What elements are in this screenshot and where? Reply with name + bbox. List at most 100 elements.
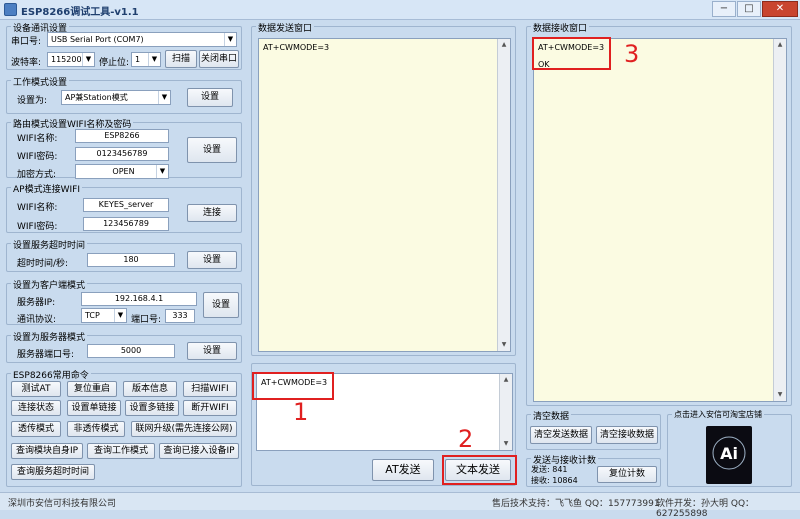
chevron-down-icon: ▼ bbox=[156, 165, 168, 178]
cmd-multi-link-button[interactable]: 设置多链接 bbox=[125, 400, 179, 416]
scroll-up-icon[interactable]: ▲ bbox=[498, 39, 510, 51]
cmd-non-passthrough-button[interactable]: 非透传模式 bbox=[67, 421, 125, 437]
scroll-down-icon[interactable]: ▼ bbox=[774, 389, 786, 401]
baud-select[interactable]: 115200 ▼ bbox=[47, 52, 95, 67]
wifi-password-input[interactable]: 0123456789 bbox=[75, 147, 169, 161]
protocol-label: 通讯协议: bbox=[17, 315, 57, 325]
timeout-input[interactable]: 180 bbox=[87, 253, 175, 267]
ap-mode-group: AP模式连接WIFI WIFI名称: KEYES_server WIFI密码: … bbox=[6, 182, 242, 233]
cmd-query-timeout-button[interactable]: 查询服务超时时间 bbox=[11, 464, 95, 480]
work-mode-value: AP兼Station模式 bbox=[65, 93, 128, 102]
stop-select[interactable]: 1 ▼ bbox=[131, 52, 161, 67]
cmd-online-upgrade-button[interactable]: 联网升级(需先连接公网) bbox=[131, 421, 237, 437]
status-developer: 软件开发：孙大明 QQ：627255898 bbox=[656, 499, 755, 519]
group-title: 数据发送窗口 bbox=[256, 21, 315, 34]
group-title: 点击进入安信可淘宝店铺 bbox=[672, 409, 764, 420]
port-value: USB Serial Port (COM7) bbox=[51, 35, 144, 44]
scrollbar[interactable]: ▲ ▼ bbox=[773, 39, 786, 401]
shop-group: 点击进入安信可淘宝店铺 Ai bbox=[667, 409, 792, 487]
highlight-box-text-send bbox=[442, 455, 517, 485]
server-mode-group: 设置为服务器模式 服务器端口号: 5000 设置 bbox=[6, 330, 242, 363]
annotation-number-2: 2 bbox=[458, 425, 474, 453]
work-mode-label: 设置为: bbox=[17, 96, 48, 106]
client-mode-group: 设置为客户端模式 服务器IP: 192.168.4.1 通讯协议: TCP ▼ 端… bbox=[6, 278, 242, 325]
highlight-box-receive bbox=[532, 37, 611, 70]
chevron-down-icon: ▼ bbox=[114, 309, 126, 322]
server-ip-input[interactable]: 192.168.4.1 bbox=[81, 292, 197, 306]
at-send-button[interactable]: AT发送 bbox=[372, 459, 434, 481]
baud-label: 波特率: bbox=[11, 58, 42, 68]
window-title: ESP8266调试工具-v1.1 bbox=[21, 7, 139, 18]
close-port-button[interactable]: 关闭串口 bbox=[199, 50, 239, 68]
group-title: 设置为服务器模式 bbox=[11, 330, 88, 343]
send-textarea[interactable]: AT+CWMODE=3 ▲ ▼ bbox=[258, 38, 511, 352]
cmd-passthrough-button[interactable]: 透传模式 bbox=[11, 421, 61, 437]
server-set-button[interactable]: 设置 bbox=[187, 342, 237, 360]
scroll-up-icon[interactable]: ▲ bbox=[774, 39, 786, 51]
cmd-version-button[interactable]: 版本信息 bbox=[123, 381, 177, 397]
router-set-button[interactable]: 设置 bbox=[187, 137, 237, 163]
clear-receive-button[interactable]: 清空接收数据 bbox=[596, 426, 658, 444]
minimize-button[interactable]: − bbox=[712, 1, 736, 17]
group-title: AP模式连接WIFI bbox=[11, 182, 82, 195]
scrollbar[interactable]: ▲ ▼ bbox=[497, 39, 510, 351]
send-count: 发送: 841 bbox=[531, 464, 568, 475]
close-button[interactable]: ✕ bbox=[762, 1, 798, 17]
chevron-down-icon: ▼ bbox=[148, 53, 160, 66]
cmd-test-at-button[interactable]: 测试AT bbox=[11, 381, 61, 397]
timeout-set-button[interactable]: 设置 bbox=[187, 251, 237, 269]
port-select[interactable]: USB Serial Port (COM7) ▼ bbox=[47, 32, 237, 47]
encryption-label: 加密方式: bbox=[17, 170, 57, 180]
group-title: 工作模式设置 bbox=[11, 75, 70, 88]
reset-count-button[interactable]: 复位计数 bbox=[597, 466, 657, 483]
server-port-label: 服务器端口号: bbox=[17, 350, 75, 360]
client-port-label: 端口号: bbox=[131, 315, 162, 325]
send-count-value: 841 bbox=[552, 465, 568, 474]
cmd-query-mode-button[interactable]: 查询工作模式 bbox=[87, 443, 155, 459]
ap-connect-button[interactable]: 连接 bbox=[187, 204, 237, 222]
group-title: 数据接收窗口 bbox=[531, 21, 590, 34]
status-bar: 深圳市安信可科技有限公司 售后技术支持：飞飞鱼 QQ：157773991 软件开… bbox=[0, 492, 800, 519]
chevron-down-icon: ▼ bbox=[158, 91, 170, 104]
counter-group: 发送与接收计数 发送: 841 接收: 10864 复位计数 bbox=[526, 453, 661, 487]
ap-wifi-name-label: WIFI名称: bbox=[17, 203, 58, 213]
router-mode-group: 路由模式设置WIFI名称及密码 WIFI名称: ESP8266 WIFI密码: … bbox=[6, 117, 242, 180]
scroll-down-icon[interactable]: ▼ bbox=[498, 339, 510, 351]
ap-wifi-name-input[interactable]: KEYES_server bbox=[83, 198, 169, 212]
server-port-input[interactable]: 5000 bbox=[87, 344, 175, 358]
port-label: 串口号: bbox=[11, 37, 42, 47]
app-icon bbox=[4, 3, 17, 16]
protocol-select[interactable]: TCP ▼ bbox=[81, 308, 127, 323]
clear-send-button[interactable]: 清空发送数据 bbox=[530, 426, 592, 444]
work-mode-select[interactable]: AP兼Station模式 ▼ bbox=[61, 90, 171, 105]
cmd-query-devices-button[interactable]: 查询已接入设备IP bbox=[159, 443, 239, 459]
client-port-input[interactable]: 333 bbox=[165, 309, 195, 323]
cmd-reset-button[interactable]: 复位重启 bbox=[67, 381, 117, 397]
cmd-query-ip-button[interactable]: 查询模块自身IP bbox=[11, 443, 83, 459]
title-bar: ESP8266调试工具-v1.1 − □ ✕ bbox=[0, 0, 800, 20]
client-set-button[interactable]: 设置 bbox=[203, 292, 239, 318]
chevron-down-icon: ▼ bbox=[224, 33, 236, 46]
stop-label: 停止位: bbox=[99, 58, 130, 68]
scroll-up-icon[interactable]: ▲ bbox=[500, 374, 512, 386]
timeout-label: 超时时间/秒: bbox=[17, 259, 69, 269]
highlight-box-input bbox=[252, 372, 334, 400]
scroll-down-icon[interactable]: ▼ bbox=[500, 438, 512, 450]
cmd-disconnect-wifi-button[interactable]: 断开WIFI bbox=[183, 400, 237, 416]
maximize-button[interactable]: □ bbox=[737, 1, 761, 17]
baud-value: 115200 bbox=[51, 55, 82, 64]
work-mode-set-button[interactable]: 设置 bbox=[187, 88, 233, 107]
receive-textarea[interactable]: AT+CWMODE=3 OK ▲ ▼ bbox=[533, 38, 787, 402]
scrollbar[interactable]: ▲ ▼ bbox=[499, 374, 512, 450]
cmd-conn-status-button[interactable]: 连接状态 bbox=[11, 400, 61, 416]
work-mode-group: 工作模式设置 设置为: AP兼Station模式 ▼ 设置 bbox=[6, 75, 242, 114]
wifi-name-input[interactable]: ESP8266 bbox=[75, 129, 169, 143]
cmd-single-link-button[interactable]: 设置单链接 bbox=[67, 400, 121, 416]
scan-button[interactable]: 扫描 bbox=[165, 50, 197, 68]
shop-logo[interactable]: Ai bbox=[706, 426, 752, 484]
ap-wifi-password-input[interactable]: 123456789 bbox=[83, 217, 169, 231]
chevron-down-icon: ▼ bbox=[82, 53, 94, 66]
cmd-scan-wifi-button[interactable]: 扫描WIFI bbox=[183, 381, 237, 397]
receive-count-label: 接收: bbox=[531, 476, 550, 485]
encryption-select[interactable]: OPEN ▼ bbox=[75, 164, 169, 179]
